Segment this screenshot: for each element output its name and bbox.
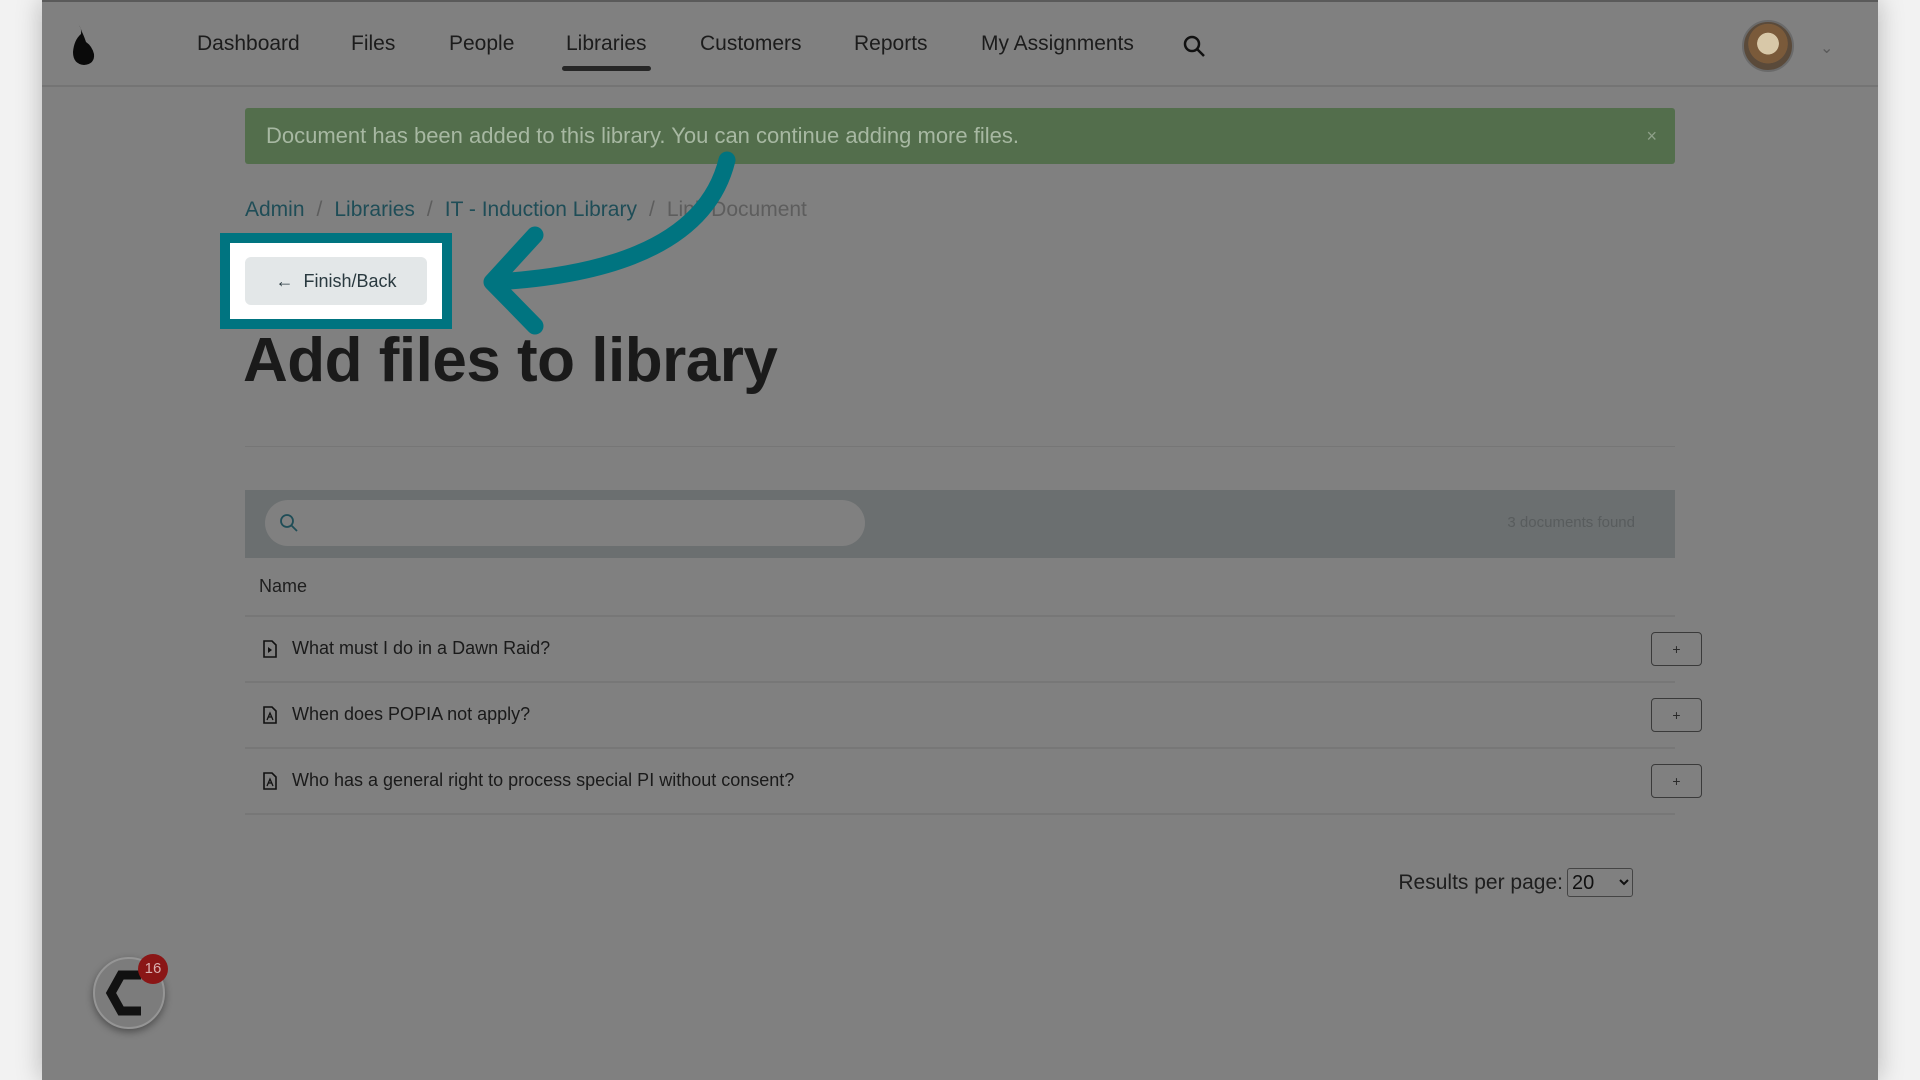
notification-badge: 16 — [138, 954, 168, 984]
annotation-arrow — [483, 151, 736, 335]
